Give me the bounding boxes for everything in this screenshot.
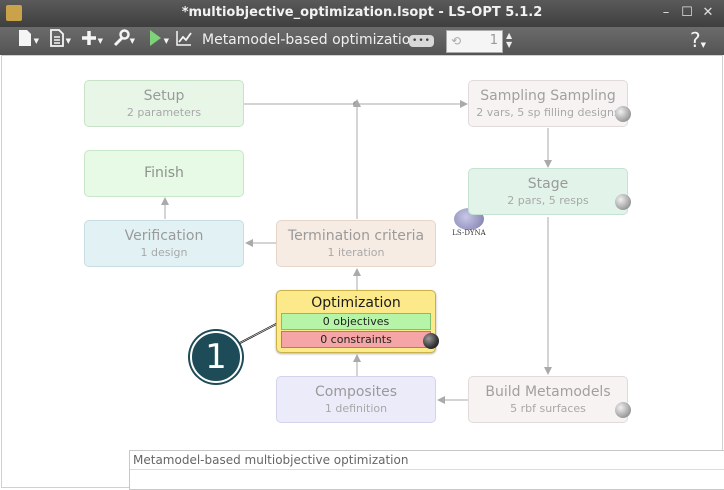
callout-badge: 1 — [190, 331, 242, 383]
optimization-status-icon — [423, 333, 439, 349]
run-icon[interactable]: ▼ — [144, 29, 169, 51]
stage-status-icon — [615, 194, 631, 210]
window-title: *multiobjective_optimization.lsopt - LS-… — [181, 5, 543, 20]
composites-title: Composites — [314, 384, 397, 400]
sampling-node[interactable]: Sampling Sampling 2 vars, 5 sp filling d… — [468, 80, 628, 127]
metamodels-status-icon — [615, 402, 631, 418]
setup-node[interactable]: Setup 2 parameters — [84, 80, 244, 127]
verification-node[interactable]: Verification 1 design — [84, 220, 244, 267]
composites-node[interactable]: Composites 1 definition — [276, 376, 436, 423]
add-icon[interactable]: ▼ — [78, 29, 103, 51]
sampling-status-icon — [615, 106, 631, 122]
metamodels-subtitle: 5 rbf surfaces — [510, 402, 586, 415]
description-text: Metamodel-based multiobjective optimizat… — [133, 453, 409, 467]
list-file-icon[interactable]: ▼ — [46, 29, 71, 51]
description-divider — [130, 469, 724, 470]
verification-subtitle: 1 design — [140, 246, 188, 259]
termination-node[interactable]: Termination criteria 1 iteration — [276, 220, 436, 267]
stage-title: Stage — [527, 176, 569, 192]
help-icon[interactable]: ?▼ — [690, 28, 706, 52]
file-icon[interactable]: ▼ — [14, 29, 39, 51]
optimization-node[interactable]: Optimization 0 objectives 0 constraints — [276, 290, 436, 353]
finish-node[interactable]: Finish — [84, 150, 244, 197]
metamodels-node[interactable]: Build Metamodels 5 rbf surfaces — [468, 376, 628, 423]
optimization-title: Optimization — [311, 295, 401, 311]
sampling-subtitle: 2 vars, 5 sp filling designs — [476, 106, 620, 119]
finish-title: Finish — [144, 165, 184, 181]
plot-icon[interactable] — [173, 29, 195, 51]
setup-subtitle: 2 parameters — [126, 106, 202, 119]
title-bar: *multiobjective_optimization.lsopt - LS-… — [0, 0, 724, 27]
stage-subtitle: 2 pars, 5 resps — [507, 194, 589, 207]
stepper-arrows-icon[interactable]: ▲ ▼ — [506, 31, 512, 49]
description-box[interactable]: Metamodel-based multiobjective optimizat… — [129, 450, 724, 490]
workflow-canvas: Setup 2 parameters Sampling Sampling 2 v… — [1, 55, 723, 488]
metamodels-title: Build Metamodels — [485, 384, 611, 400]
verification-title: Verification — [124, 228, 204, 244]
objectives-row[interactable]: 0 objectives — [281, 313, 431, 330]
close-button[interactable]: ✕ — [700, 5, 716, 20]
termination-subtitle: 1 iteration — [327, 246, 385, 259]
composites-subtitle: 1 definition — [324, 402, 388, 415]
repeat-icon: ⟲ — [451, 34, 462, 48]
toolbar: ▼ ▼ ▼ ▼ ▼ Metamodel-based optimization •… — [0, 27, 724, 55]
wrench-icon[interactable]: ▼ — [110, 29, 135, 51]
termination-title: Termination criteria — [287, 228, 425, 244]
setup-title: Setup — [143, 88, 185, 104]
maximize-button[interactable]: ☐ — [679, 5, 695, 20]
stage-node[interactable]: Stage 2 pars, 5 resps — [468, 168, 628, 215]
iteration-stepper[interactable]: ⟲ 1 — [446, 30, 503, 53]
solver-label: LS-DYNA — [452, 229, 486, 237]
constraints-row[interactable]: 0 constraints — [281, 331, 431, 348]
task-label: Metamodel-based optimization — [202, 32, 420, 48]
minimize-button[interactable]: – — [658, 5, 674, 20]
iteration-value: 1 — [489, 33, 498, 48]
sampling-title: Sampling Sampling — [480, 88, 616, 104]
task-options-button[interactable]: ••• — [409, 35, 434, 47]
